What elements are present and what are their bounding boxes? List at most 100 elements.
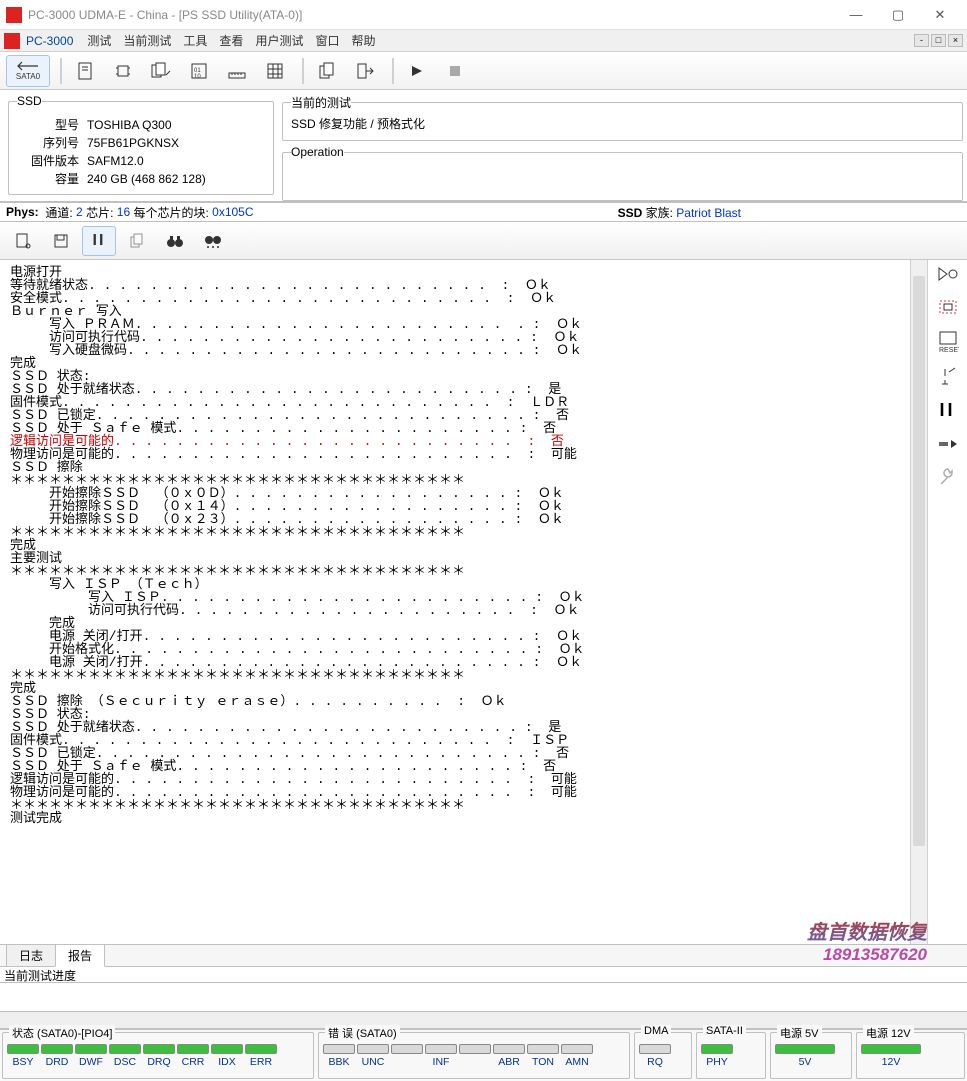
- progress-area: [0, 982, 967, 1012]
- side-tools: RESET II: [927, 260, 967, 944]
- side-chip-icon[interactable]: [937, 298, 959, 316]
- toolbar-icon-chip[interactable]: [106, 56, 140, 86]
- chip-value: 16: [117, 205, 130, 219]
- side-play-icon[interactable]: [937, 266, 959, 284]
- svg-text:10: 10: [194, 74, 201, 80]
- midtb-icon-1[interactable]: [6, 226, 40, 256]
- mdi-close[interactable]: ×: [948, 34, 963, 47]
- menu-tools[interactable]: 工具: [183, 32, 207, 49]
- scrollbar-thumb[interactable]: [913, 276, 925, 846]
- tab-log[interactable]: 日志: [6, 944, 56, 967]
- binoculars-dots-icon[interactable]: [196, 226, 230, 256]
- titlebar: PC-3000 UDMA-E - China - [PS SSD Utility…: [0, 0, 967, 30]
- fw-label: 固件版本: [17, 152, 79, 170]
- status-group-5v: 电源 5V 5V: [770, 1032, 852, 1079]
- mdi-restore[interactable]: □: [931, 34, 946, 47]
- toolbar-icon-pages-pencil[interactable]: [144, 56, 178, 86]
- info-row: SSD 型号 TOSHIBA Q300 序列号 75FB61PGKNSX 固件版本 S…: [0, 90, 967, 202]
- mdi-minimize[interactable]: -: [914, 34, 929, 47]
- progress-label: 当前测试进度: [0, 966, 967, 982]
- toolbar-icon-binary[interactable]: 0110: [182, 56, 216, 86]
- status-g6-label: 电源 12V: [863, 1025, 914, 1041]
- window-title: PC-3000 UDMA-E - China - [PS SSD Utility…: [28, 8, 835, 22]
- log-area: 电源打开等待就绪状态. . . . . . . . . . . . . . . …: [0, 260, 967, 944]
- toolbar-icon-exit[interactable]: [348, 56, 382, 86]
- menu-current-test[interactable]: 当前测试: [123, 32, 171, 49]
- phys-row: Phys: 通道: 2 芯片: 16 每个芯片的块: 0x105C SSD 家族…: [0, 202, 967, 222]
- side-power-icon[interactable]: [937, 366, 959, 386]
- toolbar-icon-grid[interactable]: [258, 56, 292, 86]
- close-button[interactable]: ✕: [919, 1, 961, 29]
- status-g5-label: 电源 5V: [777, 1025, 822, 1041]
- progress-hscroll[interactable]: [0, 1012, 967, 1029]
- toolbar-icon-1[interactable]: [68, 56, 102, 86]
- cap-value: 240 GB (468 862 128): [87, 170, 206, 188]
- pause-button[interactable]: II: [82, 226, 116, 256]
- right-panels: 当前的测试 SSD 修复功能 / 预格式化 Operation: [282, 90, 967, 201]
- play-button[interactable]: [400, 56, 434, 86]
- operation-panel: Operation: [282, 145, 963, 201]
- channel-label: 通道:: [45, 204, 72, 221]
- current-test-text: SSD 修复功能 / 预格式化: [291, 115, 954, 132]
- mid-toolbar: II: [0, 222, 967, 260]
- maximize-button[interactable]: ▢: [877, 1, 919, 29]
- current-test-legend: 当前的测试: [291, 94, 351, 111]
- log-scrollbar[interactable]: [910, 260, 927, 944]
- status-g3-label: DMA: [641, 1025, 671, 1037]
- block-value: 0x105C: [212, 205, 253, 219]
- fw-value: SAFM12.0: [87, 152, 144, 170]
- minimize-button[interactable]: —: [835, 1, 877, 29]
- side-arrow-icon[interactable]: [937, 435, 959, 453]
- family-label: 家族:: [646, 206, 673, 220]
- side-reset-icon[interactable]: RESET: [937, 330, 959, 352]
- family-value: Patriot Blast: [676, 206, 741, 220]
- toolbar-icon-ruler[interactable]: [220, 56, 254, 86]
- status-g4-label: SATA-II: [703, 1025, 746, 1037]
- status-group-sata2: SATA-II PHY: [696, 1032, 766, 1079]
- status-group-sata0: 状态 (SATA0)-[PIO4] BSYDRDDWFDSCDRQCRRIDXE…: [2, 1032, 314, 1079]
- log-text[interactable]: 电源打开等待就绪状态. . . . . . . . . . . . . . . …: [0, 260, 910, 944]
- app-icon-small: [4, 33, 20, 49]
- model-label: 型号: [17, 116, 79, 134]
- current-test-panel: 当前的测试 SSD 修复功能 / 预格式化: [282, 94, 963, 141]
- midtb-save-icon[interactable]: [44, 226, 78, 256]
- status-group-errors: 错 误 (SATA0) BBKUNCINFABRTONAMN: [318, 1032, 630, 1079]
- cap-label: 容量: [17, 170, 79, 188]
- menu-test[interactable]: 测试: [87, 32, 111, 49]
- status-g1-label: 状态 (SATA0)-[PIO4]: [9, 1025, 115, 1041]
- sata-button[interactable]: SATA0: [6, 55, 50, 87]
- operation-legend: Operation: [291, 145, 344, 159]
- serial-label: 序列号: [17, 134, 79, 152]
- model-value: TOSHIBA Q300: [87, 116, 172, 134]
- side-pause-icon[interactable]: II: [939, 400, 955, 421]
- app-label: PC-3000: [26, 34, 73, 48]
- menu-user-test[interactable]: 用户测试: [255, 32, 303, 49]
- status-group-dma: DMA RQ: [634, 1032, 692, 1079]
- tab-report[interactable]: 报告: [55, 944, 105, 967]
- svg-text:RESET: RESET: [939, 347, 959, 352]
- ssd-family-lbl: SSD: [618, 206, 643, 220]
- chip-label: 芯片:: [86, 204, 113, 221]
- watermark-line2: 18913587620: [807, 945, 927, 965]
- ssd-panel: SSD 型号 TOSHIBA Q300 序列号 75FB61PGKNSX 固件版本 S…: [0, 90, 282, 201]
- menu-help[interactable]: 帮助: [351, 32, 375, 49]
- watermark-line1: 盘首数据恢复: [807, 916, 927, 945]
- side-wrench-icon[interactable]: [938, 467, 958, 487]
- block-label: 每个芯片的块:: [133, 204, 208, 221]
- copy-icon[interactable]: [120, 226, 154, 256]
- app-icon: [6, 7, 22, 23]
- sata-label: SATA0: [16, 72, 40, 81]
- menu-view[interactable]: 查看: [219, 32, 243, 49]
- stop-button[interactable]: [438, 56, 472, 86]
- ssd-legend: SSD: [17, 94, 42, 108]
- toolbar-icon-copy[interactable]: [310, 56, 344, 86]
- main-toolbar: SATA0 0110: [0, 52, 967, 90]
- status-group-12v: 电源 12V 12V: [856, 1032, 965, 1079]
- menu-window[interactable]: 窗口: [315, 32, 339, 49]
- binoculars-icon[interactable]: [158, 226, 192, 256]
- watermark: 盘首数据恢复 18913587620: [807, 916, 927, 965]
- status-g2-label: 错 误 (SATA0): [325, 1025, 400, 1041]
- phys-label: Phys:: [6, 205, 39, 219]
- serial-value: 75FB61PGKNSX: [87, 134, 179, 152]
- menubar: PC-3000 测试 当前测试 工具 查看 用户测试 窗口 帮助 - □ ×: [0, 30, 967, 52]
